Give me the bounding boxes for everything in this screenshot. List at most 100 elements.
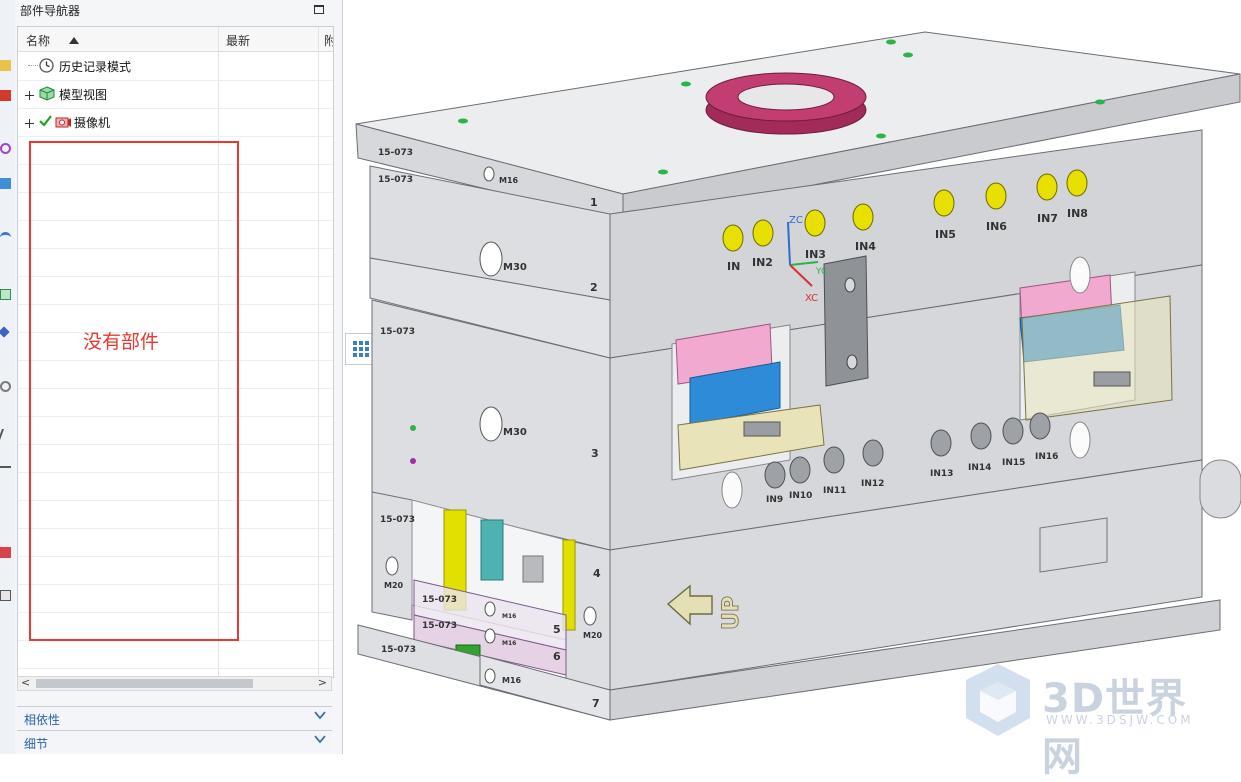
guide-bush (522, 555, 544, 583)
plate-code: 15-073 (378, 175, 413, 185)
tree-row-label: 模型视图 (59, 88, 108, 102)
horizontal-scrollbar[interactable]: < > (17, 676, 332, 691)
plate-number-4: 4 (593, 567, 601, 580)
mold-model: 15-073 15-073 15-073 15-073 15-073 15-07… (355, 31, 1241, 721)
resource-bar (0, 0, 16, 754)
inlet-label: IN10 (789, 491, 812, 501)
plate-code: 15-073 (422, 595, 457, 605)
sort-ascending-icon[interactable] (69, 34, 79, 48)
resource-icon-12[interactable] (0, 590, 11, 601)
scroll-thumb[interactable] (36, 679, 253, 688)
inlet-label: IN16 (1035, 452, 1058, 462)
cube-logo-icon (966, 664, 1030, 736)
inlet-label: IN5 (935, 228, 956, 241)
axis-z-label: ZC (789, 215, 803, 226)
dependencies-section[interactable]: 相依性 (17, 706, 332, 729)
plate-code: 15-073 (422, 621, 457, 631)
plate-4-left-rail (371, 491, 413, 621)
resource-icon-7[interactable] (0, 326, 10, 338)
resource-icon-2[interactable] (0, 90, 11, 101)
scroll-left-icon[interactable]: < (21, 676, 30, 689)
inlet-label: IN8 (1067, 207, 1088, 220)
resource-icon-10[interactable] (0, 466, 11, 479)
plate-number-6: 6 (553, 650, 561, 663)
side-nozzle (1199, 459, 1241, 519)
annotation-box (29, 141, 239, 641)
plate-number-5: 5 (553, 623, 561, 636)
tree-row-model-views[interactable]: 模型视图 (18, 80, 333, 109)
inlet-label: IN12 (861, 479, 884, 489)
resource-icon-6[interactable] (0, 289, 11, 300)
latch-lever (823, 255, 869, 387)
plate-number-2: 2 (590, 281, 598, 294)
empty-row (18, 640, 333, 669)
column-third[interactable]: 附 (324, 32, 333, 49)
chevron-down-icon[interactable] (314, 733, 326, 748)
inlet-label: IN11 (823, 486, 846, 496)
check-icon[interactable] (39, 114, 52, 130)
clock-icon (39, 58, 54, 76)
tree-row-label: 历史记录模式 (59, 60, 132, 74)
scroll-right-icon[interactable]: > (318, 676, 327, 689)
inlet-label: IN6 (986, 220, 1007, 233)
inlet-label: IN2 (752, 256, 773, 269)
panel-title: 部件导航器 (20, 4, 81, 18)
inlet-label: IN15 (1002, 458, 1025, 468)
plate-number-3: 3 (591, 447, 599, 460)
inlet-label: IN7 (1037, 212, 1058, 225)
tree-row-history[interactable]: 历史记录模式 (18, 52, 333, 81)
watermark-site: WWW.3DSJW.COM (1046, 713, 1194, 727)
watermark: 3D世界网 WWW.3DSJW.COM (958, 660, 1228, 780)
plate-code: 15-073 (380, 515, 415, 525)
teal-pillar (480, 519, 504, 581)
graphics-viewport[interactable]: 15-073 15-073 15-073 15-073 15-073 15-07… (343, 0, 1241, 754)
resource-icon-3[interactable] (0, 143, 11, 154)
column-name[interactable]: 名称 (26, 32, 50, 49)
annotation-text: 没有部件 (83, 331, 160, 353)
plate-number-1: 1 (590, 196, 598, 209)
tree-row-cameras[interactable]: 摄像机 (18, 108, 333, 137)
bolt-label: M20 (384, 581, 404, 590)
plate-code: 15-073 (378, 148, 413, 158)
tree-header: 名称 最新 附 (18, 27, 333, 677)
bolt-label: M30 (503, 427, 527, 438)
bolt-label: M16 (502, 640, 516, 647)
chevron-down-icon[interactable] (314, 709, 326, 724)
axis-x-label: XC (805, 293, 818, 304)
resource-icon-8[interactable] (0, 381, 11, 392)
resource-icon-4[interactable] (0, 178, 11, 189)
expand-icon[interactable] (25, 117, 34, 128)
resource-icon-11[interactable] (0, 547, 11, 558)
bolt-label: M16 (502, 676, 522, 685)
resource-icon-5[interactable] (0, 232, 11, 243)
tree-row-label: 摄像机 (74, 116, 111, 130)
column-latest[interactable]: 最新 (226, 32, 250, 49)
axis-y-label: YC (815, 267, 827, 277)
bolt-label: M16 (499, 176, 519, 185)
maximize-icon[interactable] (314, 5, 324, 14)
slide-key-left (743, 421, 781, 437)
bolt-label: M16 (502, 613, 516, 620)
camera-icon (55, 115, 71, 132)
bolt-label: M30 (503, 262, 527, 273)
expand-icon[interactable] (25, 89, 34, 100)
plate-number-7: 7 (592, 697, 600, 710)
plate-code: 15-073 (380, 327, 415, 337)
plate-code: 15-073 (381, 645, 416, 655)
resource-icon-9[interactable] (0, 429, 16, 440)
bolt-label: M20 (583, 631, 603, 640)
details-label: 细节 (24, 737, 49, 751)
dependencies-label: 相依性 (24, 713, 61, 727)
inlet-label: IN4 (855, 240, 876, 253)
inlet-label: IN13 (930, 469, 953, 479)
inlet-label: IN14 (968, 463, 991, 473)
inlet-label: IN (727, 260, 740, 273)
model-view-icon (39, 86, 55, 104)
details-section[interactable]: 细节 (17, 730, 332, 753)
slide-holder-right (1021, 295, 1173, 421)
up-label: UP (719, 596, 744, 630)
inlet-label: IN3 (805, 248, 826, 261)
resource-icon-1[interactable] (0, 60, 11, 71)
inlet-label: IN9 (766, 495, 783, 505)
tree-connector (28, 65, 38, 66)
